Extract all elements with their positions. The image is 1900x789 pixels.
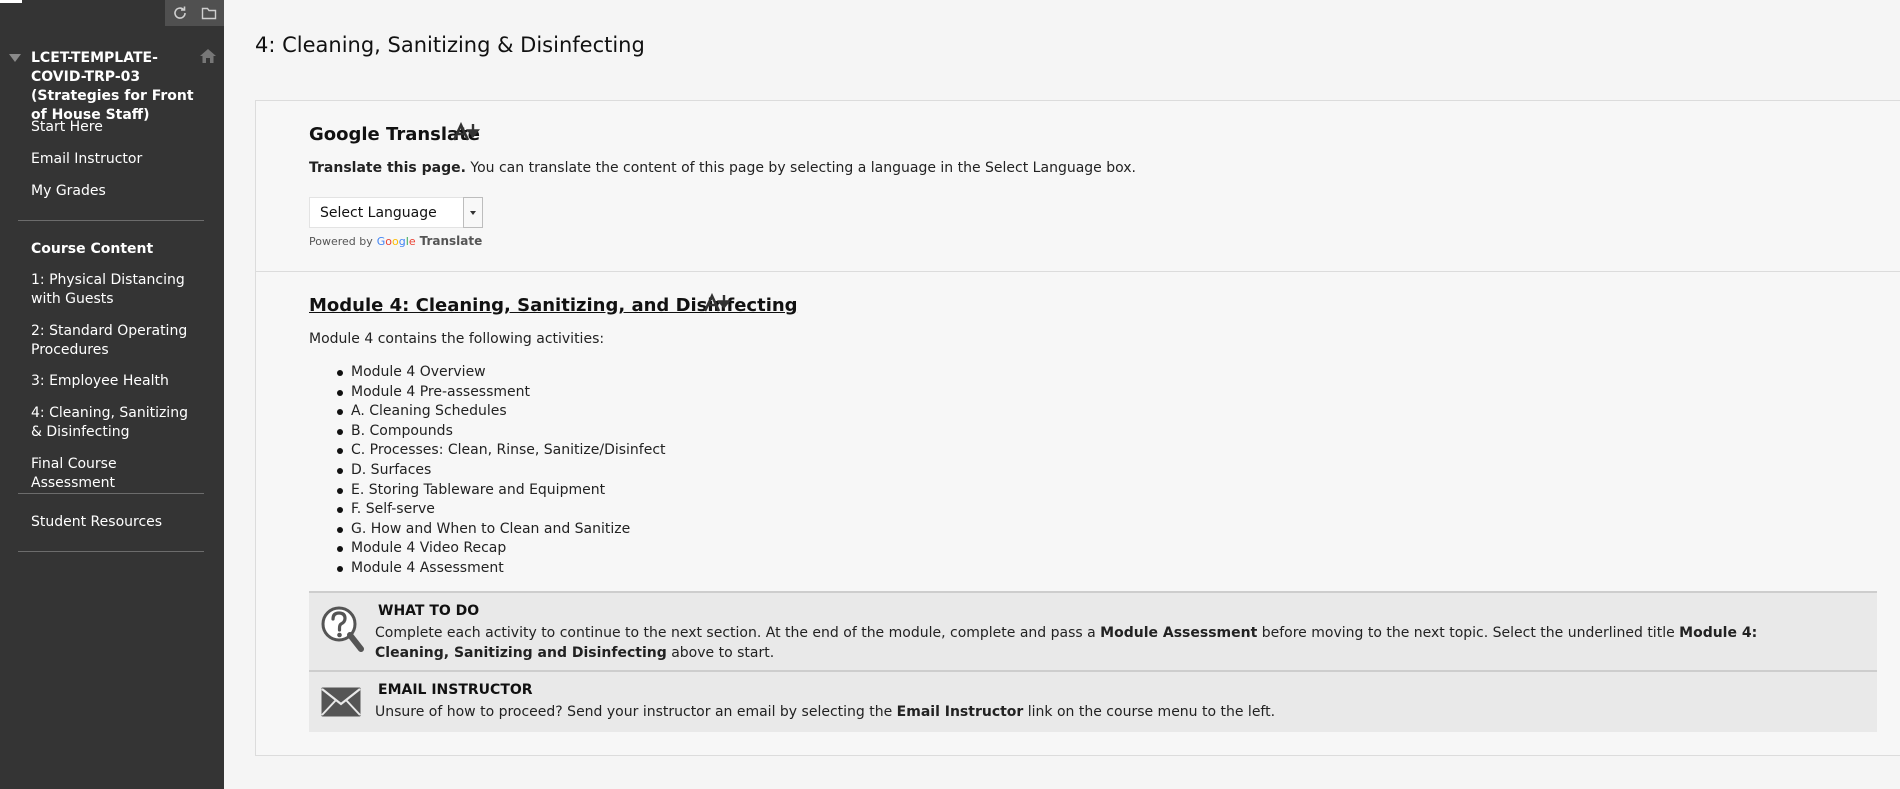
sidebar-item-email-instructor[interactable]: Email Instructor: [31, 150, 201, 169]
content-divider: [255, 271, 1900, 272]
sidebar-toolbar: [165, 0, 224, 26]
sidebar-heading-course-content[interactable]: Course Content: [31, 240, 153, 259]
sidebar-item-module-1[interactable]: 1: Physical Distancing with Guests: [31, 271, 201, 309]
question-magnifier-icon: [320, 605, 364, 657]
what-to-do-text: Complete each activity to continue to th…: [375, 625, 1758, 661]
list-item: F. Self-serve: [337, 500, 666, 520]
powered-by-google-translate: Powered by Google Translate: [309, 234, 482, 248]
list-item: Module 4 Pre-assessment: [337, 383, 666, 403]
list-item: G. How and When to Clean and Sanitize: [337, 520, 666, 540]
list-item: A. Cleaning Schedules: [337, 402, 666, 422]
text-resize-icon[interactable]: [703, 292, 732, 317]
sidebar-item-module-3[interactable]: 3: Employee Health: [31, 372, 201, 391]
sidebar-divider: [18, 493, 204, 494]
window-corner-mark: [0, 0, 22, 3]
sidebar-item-student-resources[interactable]: Student Resources: [31, 513, 201, 532]
module-intro: Module 4 contains the following activiti…: [309, 331, 605, 347]
sidebar-divider: [18, 551, 204, 552]
dropdown-arrow-icon[interactable]: [463, 197, 483, 228]
translate-description-lead: Translate this page.: [309, 160, 466, 176]
select-language-dropdown[interactable]: Select Language: [309, 197, 483, 228]
translate-description: Translate this page. You can translate t…: [309, 160, 1136, 176]
select-language-value: Select Language: [320, 204, 437, 221]
sidebar-item-start-here[interactable]: Start Here: [31, 118, 201, 137]
course-menu-sidebar: LCET-TEMPLATE-COVID-TRP-03 (Strategies f…: [0, 0, 224, 789]
sidebar-item-my-grades[interactable]: My Grades: [31, 182, 201, 201]
sidebar-item-final-assessment[interactable]: Final Course Assessment: [31, 455, 201, 493]
what-to-do-callout: WHAT TO DO Complete each activity to con…: [309, 591, 1877, 672]
refresh-icon[interactable]: [172, 5, 188, 21]
sidebar-item-module-4[interactable]: 4: Cleaning, Sanitizing & Disinfecting: [31, 404, 201, 442]
course-title[interactable]: LCET-TEMPLATE-COVID-TRP-03 (Strategies f…: [31, 49, 196, 125]
google-logo: Google: [376, 234, 416, 248]
sidebar-item-module-2[interactable]: 2: Standard Operating Procedures: [31, 322, 201, 360]
list-item: B. Compounds: [337, 422, 666, 442]
list-item: Module 4 Video Recap: [337, 539, 666, 559]
text-resize-icon[interactable]: [452, 121, 481, 146]
email-instructor-text: Unsure of how to proceed? Send your inst…: [375, 704, 1276, 720]
folder-view-icon[interactable]: [201, 5, 217, 21]
email-instructor-heading: EMAIL INSTRUCTOR: [378, 682, 533, 698]
list-item: E. Storing Tableware and Equipment: [337, 481, 666, 501]
what-to-do-heading: WHAT TO DO: [378, 603, 480, 619]
list-item: C. Processes: Clean, Rinse, Sanitize/Dis…: [337, 441, 666, 461]
translate-description-text: You can translate the content of this pa…: [465, 160, 1136, 176]
activity-list: Module 4 Overview Module 4 Pre-assessmen…: [309, 363, 666, 579]
envelope-icon: [320, 686, 362, 722]
powered-by-label: Powered by: [309, 234, 373, 248]
list-item: Module 4 Overview: [337, 363, 666, 383]
list-item: D. Surfaces: [337, 461, 666, 481]
page-title: 4: Cleaning, Sanitizing & Disinfecting: [255, 33, 645, 57]
list-item: Module 4 Assessment: [337, 559, 666, 579]
sidebar-divider: [18, 220, 204, 221]
home-icon[interactable]: [199, 48, 217, 68]
collapse-caret-icon[interactable]: [9, 54, 21, 62]
translate-link[interactable]: Translate: [420, 234, 483, 248]
email-instructor-callout: EMAIL INSTRUCTOR Unsure of how to procee…: [309, 670, 1877, 732]
